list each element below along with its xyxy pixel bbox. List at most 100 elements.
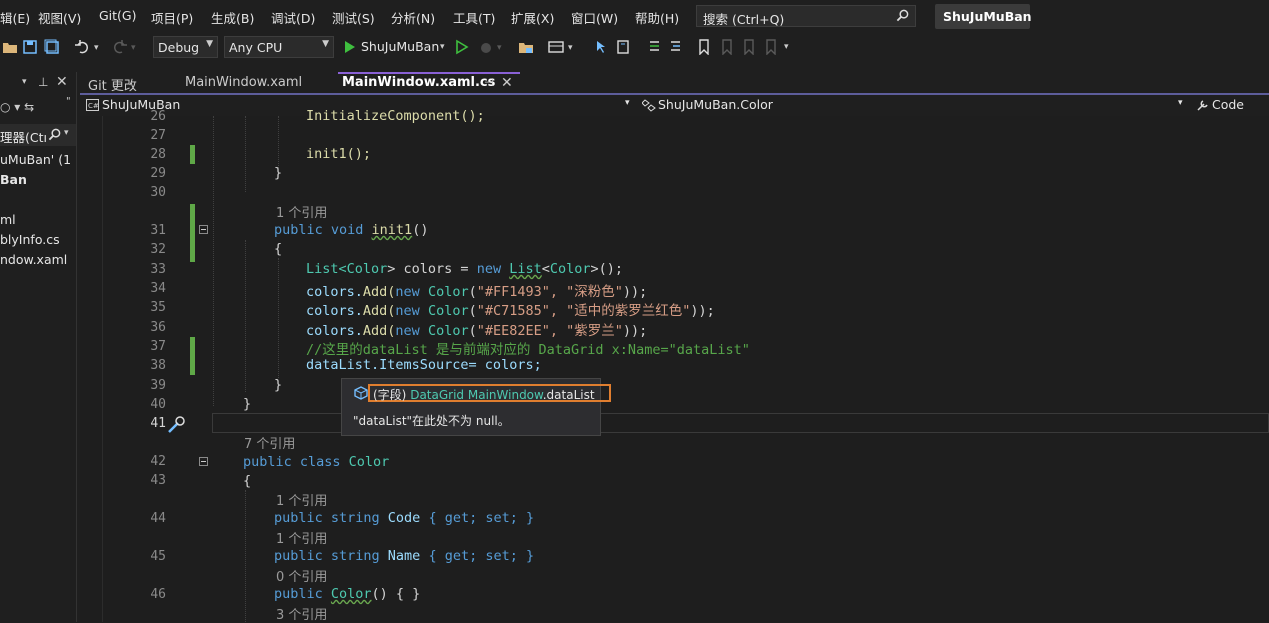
svg-text:C#: C# [88, 102, 99, 110]
undo-icon[interactable] [74, 39, 90, 55]
hot-reload-icon[interactable] [478, 39, 494, 55]
codelens-references[interactable]: 3 个引用 [276, 604, 327, 623]
codelens-references[interactable]: 1 个引用 [276, 528, 327, 547]
file-node-assemblyinfo[interactable]: blyInfo.cs [0, 232, 60, 247]
codelens-references[interactable]: 1 个引用 [276, 202, 327, 221]
member-dropdown[interactable]: Code [1194, 96, 1269, 115]
menu-test[interactable]: 测试(S) [332, 8, 375, 27]
redo-icon[interactable] [112, 39, 128, 55]
code-token: Color [427, 303, 469, 319]
tab-mainwindow-xaml[interactable]: MainWindow.xaml [177, 72, 337, 94]
config-dropdown[interactable]: Debug ▼ [153, 36, 218, 58]
search-input[interactable]: 搜索 (Ctrl+Q) [696, 5, 916, 27]
code-line: } [243, 396, 251, 412]
redo-dropdown-icon[interactable]: ▾ [131, 43, 136, 53]
code-token: Add( [362, 323, 396, 339]
tab-mainwindow-xaml-cs[interactable]: MainWindow.xaml.cs ⊣ ✕ [338, 72, 520, 94]
line-number: 33 [150, 262, 166, 277]
codelens-references[interactable]: 1 个引用 [276, 490, 327, 509]
code-line: colors.Add(new Color("#EE82EE", "紫罗兰")); [306, 319, 647, 339]
menu-extensions[interactable]: 扩展(X) [511, 8, 554, 27]
navigation-bar: C# ShuJuMuBan ▾ ShuJuMuBan.Color ▾ Code [80, 95, 1269, 117]
tab-git-changes[interactable]: Git 更改 [80, 72, 175, 94]
menu-edit[interactable]: 辑(E) [0, 8, 30, 27]
hot-reload-dropdown-icon[interactable]: ▾ [497, 43, 502, 53]
open-folder-icon[interactable] [2, 39, 18, 55]
run-target-dropdown-icon[interactable]: ▾ [440, 42, 445, 52]
collapse-toggle[interactable] [199, 457, 208, 466]
menu-help[interactable]: 帮助(H) [635, 8, 679, 27]
pin-icon[interactable]: ⊣ [484, 76, 494, 89]
menu-build[interactable]: 生成(B) [211, 8, 254, 27]
code-token: colors. [306, 284, 363, 300]
menu-view[interactable]: 视图(V) [38, 8, 81, 27]
toolbar-overflow-icon[interactable]: ▾ [784, 42, 789, 52]
type-dropdown[interactable]: ShuJuMuBan.Color ▾ [640, 96, 1185, 115]
line-number: 31 [150, 223, 166, 238]
tooltip-kind: (字段) [373, 388, 407, 402]
codelens-references[interactable]: 7 个引用 [244, 433, 295, 452]
menu-tools[interactable]: 工具(T) [453, 8, 495, 27]
xaml-tools-icon[interactable] [615, 39, 631, 55]
file-node-mainwindow[interactable]: ndow.xaml [0, 252, 67, 267]
code-line: } [274, 165, 282, 181]
code-line: public string Name { get; set; } [274, 548, 534, 564]
code-line: } [274, 377, 282, 393]
undo-dropdown-icon[interactable]: ▾ [94, 43, 99, 53]
collapse-toggle[interactable] [199, 225, 208, 234]
comment-lines-icon[interactable] [645, 39, 661, 55]
save-icon[interactable] [22, 39, 38, 55]
panel-menu-icon[interactable]: ▾ [22, 77, 27, 87]
codelens-references[interactable]: 0 个引用 [276, 566, 327, 585]
menu-project[interactable]: 项目(P) [151, 8, 193, 27]
platform-dropdown[interactable]: Any CPU ▼ [224, 36, 334, 58]
file-node-app-xaml[interactable]: ml [0, 212, 16, 227]
pointer-select-icon[interactable] [594, 39, 610, 55]
menu-analyze[interactable]: 分析(N) [391, 8, 435, 27]
close-icon[interactable]: ✕ [56, 74, 68, 90]
next-bookmark-icon[interactable] [740, 39, 756, 55]
layout-icon[interactable] [548, 39, 564, 55]
line-number: 44 [150, 511, 166, 526]
code-token: public void [274, 222, 372, 238]
run-target-label[interactable]: ShuJuMuBan [361, 39, 439, 54]
search-solution-placeholder: 理器(Ctı [0, 130, 47, 145]
config-value: Debug [158, 40, 200, 55]
start-debug-icon[interactable] [342, 39, 358, 55]
solution-explorer-icon[interactable] [518, 39, 534, 55]
code-token: public class [243, 454, 349, 470]
sync-icon[interactable]: ○ ▾ ⇆ [0, 100, 34, 114]
menu-git[interactable]: Git(G) [99, 8, 137, 23]
solution-node[interactable]: uMuBan' (1 [0, 152, 71, 167]
quick-actions-icon[interactable] [166, 415, 186, 435]
pin-icon[interactable]: ⊥ [38, 75, 48, 89]
menu-debug[interactable]: 调试(D) [271, 8, 315, 27]
line-number: 43 [150, 473, 166, 488]
menu-window[interactable]: 窗口(W) [571, 8, 618, 27]
close-icon[interactable]: ✕ [501, 75, 513, 91]
change-marker [190, 337, 195, 375]
code-token: public string [274, 510, 388, 526]
nav-member-label: Code [1212, 97, 1245, 112]
code-token: } [243, 396, 252, 412]
change-marker [190, 204, 195, 262]
line-number: 38 [150, 358, 166, 373]
more-icon[interactable]: " [66, 96, 71, 107]
project-node[interactable]: Ban [0, 172, 27, 187]
code-token: colors. [306, 303, 363, 319]
layout-dropdown-icon[interactable]: ▾ [568, 43, 573, 53]
code-editor[interactable] [80, 116, 1269, 622]
bookmark-icon[interactable] [696, 39, 712, 55]
code-token: InitializeComponent(); [306, 108, 485, 124]
code-token: "#FF1493", "深粉色" [476, 284, 623, 300]
search-solution-input[interactable]: 理器(Ctı ▾ [0, 124, 76, 146]
line-number: 46 [150, 587, 166, 602]
save-all-icon[interactable] [44, 39, 60, 55]
previous-bookmark-icon[interactable] [718, 39, 734, 55]
uncomment-lines-icon[interactable] [666, 39, 682, 55]
start-without-debug-icon[interactable] [454, 39, 470, 55]
code-token: new [395, 323, 428, 339]
code-token: List [509, 261, 542, 277]
tab-label: MainWindow.xaml [185, 75, 303, 90]
clear-bookmarks-icon[interactable] [762, 39, 778, 55]
